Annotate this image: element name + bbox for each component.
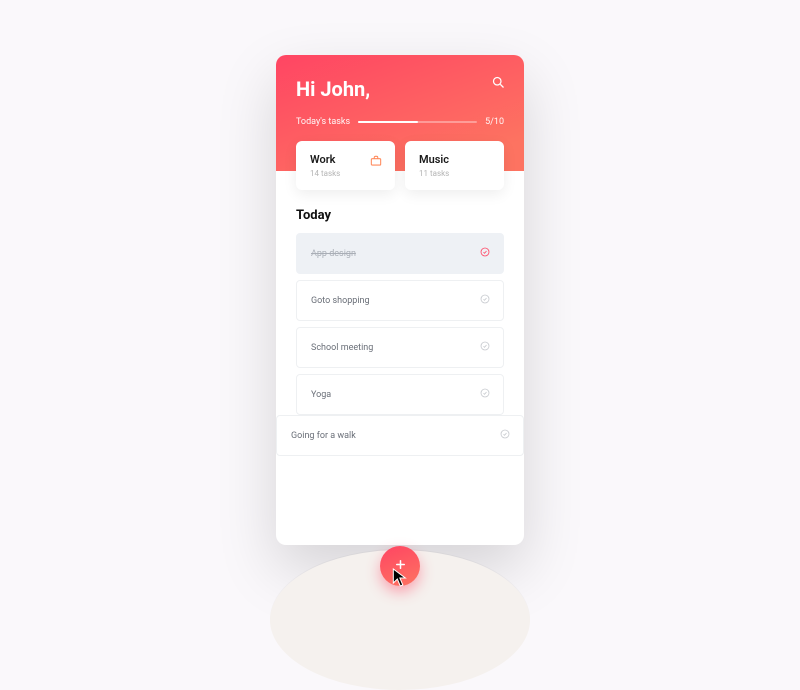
task-item[interactable]: App design [296,233,504,274]
check-icon[interactable] [479,293,491,308]
task-item[interactable]: Yoga [296,374,504,415]
progress-fill [358,121,418,123]
task-label: Going for a walk [291,431,356,441]
progress-count: 5/10 [485,117,504,127]
add-task-button[interactable] [380,546,420,586]
task-list: App design Goto shopping School meeting … [276,233,524,415]
check-icon[interactable] [479,340,491,355]
task-item[interactable]: Going for a walk [276,415,524,456]
section-title: Today [276,190,524,233]
progress-track [358,121,477,123]
task-label: Yoga [311,390,331,400]
check-icon[interactable] [499,428,511,443]
category-title: Music [419,153,492,166]
check-done-icon[interactable] [479,246,491,261]
category-row: Work 14 tasks Music 11 tasks [276,141,524,190]
category-subtitle: 11 tasks [419,169,492,178]
task-label: Goto shopping [311,296,370,306]
progress-label: Today's tasks [296,117,350,127]
category-card-work[interactable]: Work 14 tasks [296,141,395,190]
task-label: School meeting [311,343,373,353]
plus-icon [393,557,408,576]
progress-row: Today's tasks 5/10 [296,117,504,127]
category-card-music[interactable]: Music 11 tasks [405,141,504,190]
search-icon [491,75,506,94]
task-item[interactable]: Goto shopping [296,280,504,321]
briefcase-icon [369,153,383,172]
task-label: App design [311,249,356,259]
greeting-text: Hi John, [296,77,504,101]
search-button[interactable] [491,75,506,94]
app-screen: Hi John, Today's tasks 5/10 Work 14 task… [276,55,524,545]
check-icon[interactable] [479,387,491,402]
task-item[interactable]: School meeting [296,327,504,368]
